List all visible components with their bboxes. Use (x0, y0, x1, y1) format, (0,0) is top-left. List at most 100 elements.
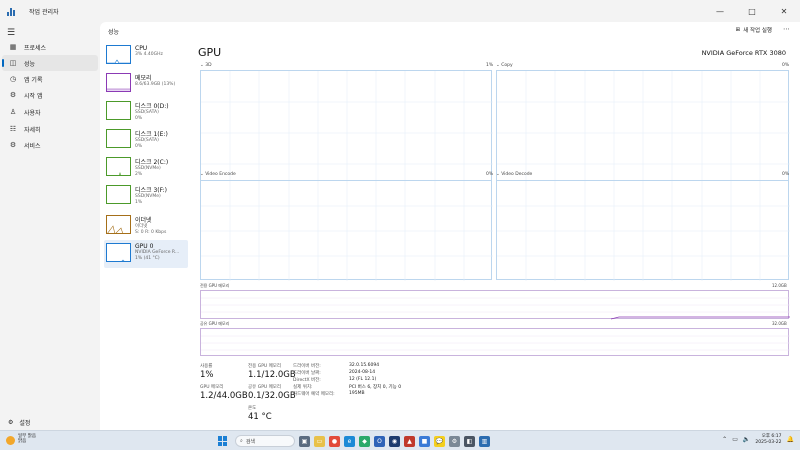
gpu-memory-value: 1.2/44.0GB (200, 391, 248, 401)
device-item-disk-1[interactable]: 디스크 1(E:) SSD(SATA) 0% (104, 126, 188, 152)
graph-pct-3d: 1% (486, 63, 494, 68)
info-value: PCI 버스 6, 장치 0, 기능 0 (349, 385, 402, 390)
dedicated-mem-stat-label: 전용 GPU 메모리 (248, 364, 282, 369)
task-manager-icon (7, 6, 17, 16)
device-sub: 1% (135, 199, 143, 205)
device-name: 디스크 1(E:) (135, 131, 168, 138)
system-tray: ⌃ ▭ 🔈 오후 6:17 2025-03-22 🔔 (722, 434, 794, 445)
graph-label-text: Video Decode (501, 172, 533, 177)
gear-icon: ⚙ (8, 419, 14, 426)
graph-video-decode (496, 180, 790, 281)
info-key: 드라이버 버전: (293, 364, 321, 369)
nav-item-performance[interactable]: ◫ 성능 (2, 55, 98, 71)
grid-icon: ▦ (9, 43, 17, 51)
dedicated-memory-max: 12.0GB (772, 283, 787, 288)
device-item-memory[interactable]: 메모리 8.6/63.9GB (13%) (104, 70, 188, 96)
start-button[interactable] (218, 436, 228, 446)
chrome-icon[interactable]: ● (329, 435, 340, 447)
device-item-gpu-0[interactable]: GPU 0 NVIDIA GeForce R... 1% (41 °C) (104, 240, 188, 268)
minimize-button[interactable]: — (704, 0, 736, 22)
history-icon: ◷ (9, 75, 17, 83)
shared-mem-stat-label: 공유 GPU 메모리 (248, 385, 282, 390)
file-explorer-icon[interactable]: ▭ (314, 435, 325, 447)
hamburger-menu-icon[interactable]: ☰ (7, 28, 15, 38)
device-sub: 0% (135, 143, 143, 149)
kakaotalk-icon[interactable]: 💬 (434, 435, 445, 447)
dedicated-memory-label: 전용 GPU 메모리 (200, 283, 230, 288)
ethernet-mini-graph (106, 215, 131, 234)
dedicated-mem-stat-value: 1.1/12.0GB (248, 370, 296, 380)
info-key: 드라이버 날짜: (293, 371, 321, 376)
graph-pct-video-encode: 0% (486, 172, 494, 177)
nav-item-services[interactable]: ⚙ 서비스 (2, 137, 98, 153)
taskbar-search[interactable]: ⌕ 검색 (235, 435, 295, 447)
device-name: 디스크 0(D:) (135, 103, 169, 110)
temperature-label: 온도 (248, 406, 257, 411)
info-key: 실제 위치: (293, 385, 313, 390)
edge-icon[interactable]: e (344, 435, 355, 447)
settings-app-icon[interactable]: ⚙ (449, 435, 460, 447)
graph-label-video-decode[interactable]: ⌄ Video Decode (496, 172, 532, 177)
search-icon: ⌕ (240, 438, 243, 444)
steam-icon[interactable]: ◉ (389, 435, 400, 447)
nav-item-label: 시작 앱 (24, 92, 43, 100)
graph-label-video-encode[interactable]: ⌄ Video Encode (200, 172, 236, 177)
device-name: 메모리 (135, 75, 152, 82)
gpu-memory-label: GPU 메모리 (200, 385, 224, 390)
search-placeholder: 검색 (245, 438, 256, 445)
graph-label-3d[interactable]: ⌄ 3D (200, 63, 212, 68)
device-item-disk-3[interactable]: 디스크 3(F:) SSD(NVMe) 1% (104, 182, 188, 208)
settings-button[interactable]: ⚙ 설정 (8, 418, 30, 427)
task-view-icon[interactable]: ▣ (299, 435, 310, 447)
device-item-disk-2[interactable]: 디스크 2(C:) SSD(NVMe) 2% (104, 154, 188, 180)
nav-item-label: 성능 (24, 60, 36, 68)
shared-memory-max: 32.0GB (772, 321, 787, 326)
clock[interactable]: 오후 6:17 2025-03-22 (755, 434, 781, 445)
graph-label-copy[interactable]: ⌄ Copy (496, 63, 513, 68)
nav-item-processes[interactable]: ▦ 프로세스 (2, 39, 98, 55)
info-value: 12 (FL 12.1) (349, 377, 377, 382)
taskbar: 일부 맑음 맑음 ⌕ 검색 ▣ ▭ ● e ◆ O ◉ ▲ ■ 💬 ⚙ ◧ ▥ … (0, 430, 800, 450)
weather-widget[interactable]: 일부 맑음 맑음 (6, 434, 36, 445)
maximize-button[interactable]: □ (736, 0, 768, 22)
title-bar: 작업 관리자 — □ ✕ (0, 0, 800, 22)
shared-memory-label: 공유 GPU 메모리 (200, 321, 230, 326)
info-value: 2024-08-14 (349, 370, 376, 375)
outlook-icon[interactable]: O (374, 435, 385, 447)
chevron-up-icon[interactable]: ⌃ (722, 436, 727, 443)
app-icon[interactable]: ◆ (359, 435, 370, 447)
performance-icon: ◫ (9, 59, 17, 67)
disk-mini-graph (106, 101, 131, 120)
device-name: 디스크 2(C:) (135, 159, 169, 166)
device-item-disk-0[interactable]: 디스크 0(D:) SSD(SATA) 0% (104, 98, 188, 124)
notification-icon[interactable]: 🔔 (787, 436, 794, 443)
close-button[interactable]: ✕ (768, 0, 800, 22)
nav-item-app-history[interactable]: ◷ 앱 기록 (2, 71, 98, 87)
device-item-cpu[interactable]: CPU 3% 4.40GHz (104, 42, 188, 68)
run-new-task-label: 새 작업 실행 (743, 28, 772, 34)
task-manager-taskbar-icon[interactable]: ▥ (479, 435, 490, 447)
nav-item-label: 서비스 (24, 142, 41, 150)
graph-pct-video-decode: 0% (782, 172, 790, 177)
nav-item-details[interactable]: ☷ 자세히 (2, 121, 98, 137)
device-item-ethernet[interactable]: 이더넷 이더넷 S: 0 R: 0 Kbps (104, 212, 188, 238)
more-options-icon[interactable]: ⋯ (783, 25, 790, 33)
device-sub: 8.6/63.9GB (13%) (135, 82, 176, 87)
settings-label: 설정 (19, 420, 31, 427)
nav-item-startup-apps[interactable]: ⚙ 시작 앱 (2, 87, 98, 103)
device-sub: 0% (135, 115, 143, 121)
graph-label-text: Copy (501, 63, 513, 68)
details-icon: ☷ (9, 125, 17, 133)
device-name: GPU 0 (135, 243, 154, 250)
volume-icon[interactable]: 🔈 (743, 436, 750, 443)
services-icon: ⚙ (9, 141, 17, 149)
graph-label-text: Video Encode (205, 172, 236, 177)
app-icon[interactable]: ■ (419, 435, 430, 447)
utilization-value: 1% (200, 370, 214, 380)
main-panel: 성능 ⊞ 새 작업 실행 ⋯ CPU 3% 4.40GHz 메모리 8.6/63… (100, 22, 800, 430)
app-icon[interactable]: ◧ (464, 435, 475, 447)
run-new-task-button[interactable]: ⊞ 새 작업 실행 (736, 26, 772, 34)
app-icon[interactable]: ▲ (404, 435, 415, 447)
network-icon[interactable]: ▭ (732, 436, 738, 443)
nav-item-users[interactable]: ♙ 사용자 (2, 104, 98, 120)
